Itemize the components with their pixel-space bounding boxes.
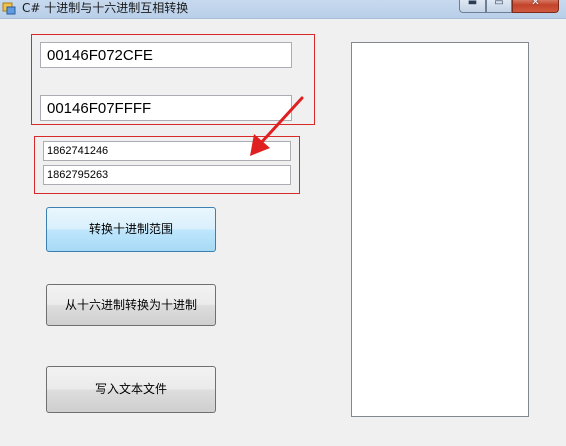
app-icon	[2, 2, 16, 15]
decimal-end-input[interactable]	[43, 165, 291, 185]
write-file-button[interactable]: 写入文本文件	[46, 366, 216, 413]
hex-to-decimal-label: 从十六进制转换为十进制	[64, 298, 197, 312]
app-window: C# 十进制与十六进制互相转换 ▬ ▭ ✕ 转换十进制范围 从十六进制转换为十进…	[0, 0, 566, 446]
minimize-icon: ▬	[467, 0, 478, 8]
output-textbox[interactable]	[351, 42, 529, 417]
hex-start-input[interactable]	[40, 42, 292, 68]
minimize-button[interactable]: ▬	[459, 0, 486, 13]
red-arrow-icon	[250, 96, 304, 156]
title-bar: C# 十进制与十六进制互相转换 ▬ ▭ ✕	[0, 0, 566, 19]
hex-to-decimal-button[interactable]: 从十六进制转换为十进制	[46, 284, 216, 326]
convert-range-label: 转换十进制范围	[88, 222, 173, 236]
close-button[interactable]: ✕	[512, 0, 559, 13]
window-title: C# 十进制与十六进制互相转换	[22, 1, 189, 15]
convert-range-button[interactable]: 转换十进制范围	[46, 207, 216, 252]
close-icon: ✕	[531, 0, 540, 8]
maximize-button[interactable]: ▭	[486, 0, 512, 13]
maximize-icon: ▭	[494, 0, 504, 8]
caption-buttons: ▬ ▭ ✕	[459, 0, 566, 14]
write-file-label: 写入文本文件	[94, 382, 167, 396]
